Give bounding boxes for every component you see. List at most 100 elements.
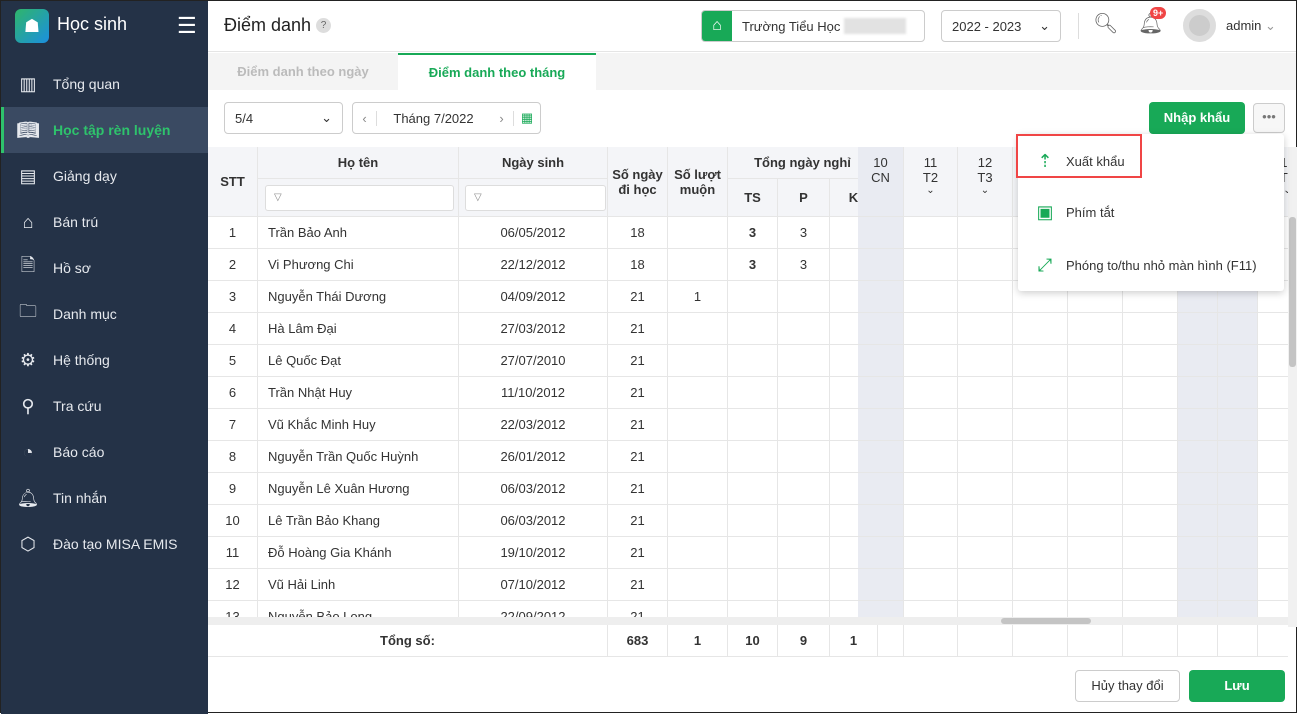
prev-month-button[interactable]: ‹ [353,110,377,126]
attendance-cell[interactable] [1178,313,1218,345]
scrollbar-thumb[interactable] [1289,217,1296,367]
attendance-cell[interactable] [1123,345,1178,377]
more-options-button[interactable]: ••• [1253,103,1285,133]
attendance-cell[interactable] [1218,345,1258,377]
menu-item-shortcuts[interactable]: ▣ Phím tắt [1018,187,1284,237]
day-column-header[interactable]: 12 T3 ⌄ [958,147,1013,217]
attendance-cell[interactable] [858,345,904,377]
attendance-cell[interactable] [858,249,904,281]
attendance-cell[interactable] [1013,409,1068,441]
attendance-cell[interactable] [1068,377,1123,409]
attendance-cell[interactable] [1258,569,1288,601]
attendance-cell[interactable] [1218,569,1258,601]
attendance-cell[interactable] [1178,377,1218,409]
table-cell[interactable]: Nguyễn Bảo Long [258,601,459,617]
attendance-cell[interactable] [904,409,958,441]
attendance-cell[interactable] [958,217,1013,249]
attendance-cell[interactable] [1258,377,1288,409]
sidebar-item-1[interactable]: 📖︎ Học tập rèn luyện [1,107,208,153]
dob-filter-input[interactable]: ▽ [465,185,606,211]
attendance-cell[interactable] [1178,569,1218,601]
attendance-cell[interactable] [1123,377,1178,409]
sidebar-item-3[interactable]: ⌂ Bán trú [1,199,208,245]
horizontal-scrollbar[interactable] [208,617,1288,625]
attendance-cell[interactable] [1123,505,1178,537]
attendance-cell[interactable] [1013,505,1068,537]
attendance-cell[interactable] [858,601,904,617]
attendance-cell[interactable] [1123,473,1178,505]
attendance-cell[interactable] [904,281,958,313]
help-icon[interactable]: ? [316,18,331,33]
attendance-cell[interactable] [1178,441,1218,473]
table-cell[interactable]: Vũ Khắc Minh Huy [258,409,459,441]
attendance-cell[interactable] [1068,409,1123,441]
attendance-cell[interactable] [858,569,904,601]
attendance-cell[interactable] [904,473,958,505]
attendance-cell[interactable] [1068,537,1123,569]
save-button[interactable]: Lưu [1189,670,1285,702]
attendance-cell[interactable] [958,569,1013,601]
attendance-cell[interactable] [1068,601,1123,617]
attendance-cell[interactable] [1123,569,1178,601]
attendance-cell[interactable] [958,249,1013,281]
attendance-cell[interactable] [1068,345,1123,377]
sidebar-item-4[interactable]: 🗎 Hồ sơ [1,245,208,291]
attendance-cell[interactable] [958,345,1013,377]
user-menu[interactable]: admin ⌄ [1226,18,1276,34]
import-button[interactable]: Nhập khẩu [1149,102,1245,134]
attendance-cell[interactable] [904,537,958,569]
attendance-cell[interactable] [858,409,904,441]
attendance-cell[interactable] [1013,345,1068,377]
attendance-cell[interactable] [1123,409,1178,441]
attendance-cell[interactable] [958,313,1013,345]
attendance-cell[interactable] [1218,377,1258,409]
attendance-cell[interactable] [904,377,958,409]
attendance-cell[interactable] [1218,601,1258,617]
attendance-cell[interactable] [1068,505,1123,537]
attendance-cell[interactable] [1013,473,1068,505]
tab-monthly[interactable]: Điểm danh theo tháng [398,53,596,90]
cancel-changes-button[interactable]: Hủy thay đổi [1075,670,1180,702]
school-selector[interactable]: ⌂ Trường Tiểu Học [701,10,925,42]
attendance-cell[interactable] [1013,601,1068,617]
scrollbar-thumb[interactable] [1001,618,1091,624]
attendance-cell[interactable] [904,345,958,377]
attendance-cell[interactable] [1178,345,1218,377]
attendance-cell[interactable] [1258,601,1288,617]
vertical-scrollbar[interactable] [1288,147,1297,627]
attendance-cell[interactable] [904,313,958,345]
attendance-cell[interactable] [1068,441,1123,473]
table-cell[interactable]: Hà Lâm Đại [258,313,459,345]
attendance-cell[interactable] [858,313,904,345]
attendance-cell[interactable] [958,537,1013,569]
table-cell[interactable]: Lê Trần Bảo Khang [258,505,459,537]
calendar-icon[interactable]: ▦ [514,110,540,126]
sidebar-item-6[interactable]: ⚙ Hệ thống [1,337,208,383]
next-month-button[interactable]: › [490,110,514,126]
attendance-cell[interactable] [958,441,1013,473]
attendance-cell[interactable] [1178,505,1218,537]
attendance-cell[interactable] [904,569,958,601]
day-column-header[interactable]: 11 T2 ⌄ [904,147,958,217]
attendance-cell[interactable] [904,441,958,473]
attendance-cell[interactable] [1068,313,1123,345]
attendance-cell[interactable] [1013,313,1068,345]
name-filter-input[interactable]: ▽ [265,185,454,211]
attendance-cell[interactable] [1013,537,1068,569]
attendance-cell[interactable] [904,505,958,537]
attendance-cell[interactable] [1218,313,1258,345]
menu-item-fullscreen[interactable]: ⤢ Phóng to/thu nhỏ màn hình (F11) [1018,240,1284,290]
attendance-cell[interactable] [1258,345,1288,377]
school-year-select[interactable]: 2022 - 2023 ⌄ [941,10,1061,42]
attendance-cell[interactable] [1218,505,1258,537]
attendance-cell[interactable] [958,377,1013,409]
attendance-cell[interactable] [858,281,904,313]
attendance-cell[interactable] [858,537,904,569]
attendance-cell[interactable] [904,249,958,281]
avatar[interactable] [1183,9,1216,42]
sidebar-item-10[interactable]: ⬡ Đào tạo MISA EMIS [1,521,208,567]
tab-daily[interactable]: Điểm danh theo ngày [218,53,388,90]
lookup-icon[interactable]: 🔍︎ [1093,11,1118,36]
attendance-cell[interactable] [1218,409,1258,441]
attendance-cell[interactable] [1218,473,1258,505]
